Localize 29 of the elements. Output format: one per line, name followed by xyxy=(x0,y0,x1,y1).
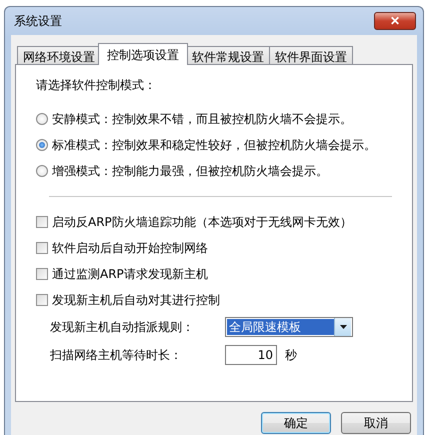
radio-label: 标准模式：控制效果和稳定性较好，但被控机防火墙会提示。 xyxy=(52,136,376,154)
caret-icon xyxy=(340,325,346,329)
radio-label: 安静模式：控制效果不错，而且被控机防火墙不会提示。 xyxy=(52,110,352,128)
checkbox[interactable] xyxy=(36,294,48,306)
checkbox-label: 通过监测ARP请求发现新主机 xyxy=(52,266,208,282)
window-title: 系统设置 xyxy=(13,12,63,30)
cancel-button[interactable]: 取消 xyxy=(341,412,411,434)
radio-button[interactable] xyxy=(36,165,48,177)
checkbox[interactable] xyxy=(36,268,48,280)
tab[interactable]: 控制选项设置 xyxy=(98,43,188,65)
checkbox[interactable] xyxy=(36,216,48,228)
unit-label: 秒 xyxy=(285,346,297,364)
radio-button[interactable] xyxy=(36,139,48,151)
radio-label: 增强模式：控制能力最强，但被控机防火墙会提示。 xyxy=(52,162,328,180)
checkbox[interactable] xyxy=(36,242,48,254)
checkbox-label: 软件启动后自动开始控制网络 xyxy=(52,240,208,256)
mode-prompt: 请选择软件控制模式： xyxy=(36,77,157,94)
checkbox-label: 发现新主机后自动对其进行控制 xyxy=(52,292,220,308)
radio-button[interactable] xyxy=(36,113,48,125)
wait-time-field[interactable]: 10 xyxy=(225,345,277,365)
tab[interactable]: 网络环境设置 xyxy=(17,46,101,65)
ok-button[interactable]: 确定 xyxy=(261,412,331,434)
close-button[interactable]: ✕ xyxy=(374,12,416,30)
rule-dropdown[interactable]: 全局限速模板 xyxy=(225,317,353,337)
tab[interactable]: 软件界面设置 xyxy=(269,46,353,65)
tab[interactable]: 软件常规设置 xyxy=(186,46,270,65)
field-label: 扫描网络主机等待时长： xyxy=(50,346,183,364)
checkbox-label: 启动反ARP防火墙追踪功能（本选项对于无线网卡无效） xyxy=(52,214,352,230)
field-label: 发现新主机自动指派规则： xyxy=(50,318,195,336)
